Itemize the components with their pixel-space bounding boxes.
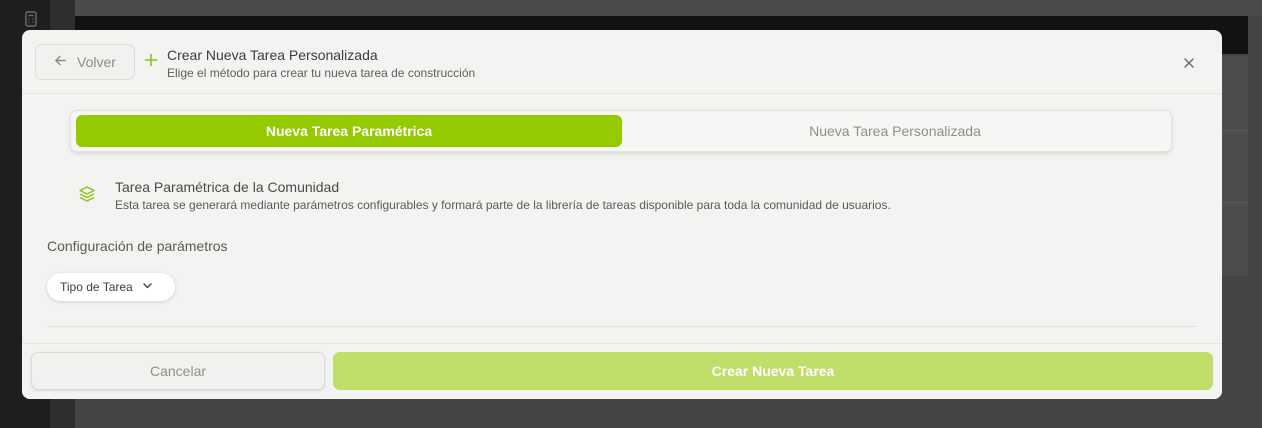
- calculator-icon: [22, 10, 40, 28]
- plus-icon: [144, 53, 158, 67]
- back-button-label: Volver: [77, 54, 116, 70]
- close-icon[interactable]: [1182, 56, 1196, 70]
- layers-icon: [78, 185, 96, 203]
- modal-header: Volver Crear Nueva Tarea Personalizada E…: [22, 30, 1222, 94]
- modal-footer: Cancelar Crear Nueva Tarea: [22, 343, 1222, 399]
- task-type-tabs: Nueva Tarea Paramétrica Nueva Tarea Pers…: [70, 110, 1172, 152]
- chevron-down-icon: [142, 280, 153, 294]
- task-type-dropdown[interactable]: Tipo de Tarea: [47, 273, 175, 301]
- modal-title: Crear Nueva Tarea Personalizada: [167, 47, 378, 63]
- tab-custom-task[interactable]: Nueva Tarea Personalizada: [622, 115, 1168, 147]
- cancel-button[interactable]: Cancelar: [31, 352, 325, 390]
- info-description: Esta tarea se generará mediante parámetr…: [115, 198, 891, 212]
- create-task-modal: Volver Crear Nueva Tarea Personalizada E…: [22, 30, 1222, 399]
- section-title: Configuración de parámetros: [47, 238, 228, 254]
- back-button[interactable]: Volver: [35, 44, 135, 80]
- background-topbar: [75, 0, 1262, 16]
- arrow-left-icon: [54, 54, 67, 70]
- divider: [47, 326, 1197, 327]
- tab-parametric-task[interactable]: Nueva Tarea Paramétrica: [76, 115, 622, 147]
- create-task-button[interactable]: Crear Nueva Tarea: [333, 352, 1213, 390]
- task-type-label: Tipo de Tarea: [60, 280, 133, 294]
- info-title: Tarea Paramétrica de la Comunidad: [115, 179, 340, 195]
- modal-subtitle: Elige el método para crear tu nueva tare…: [167, 66, 476, 80]
